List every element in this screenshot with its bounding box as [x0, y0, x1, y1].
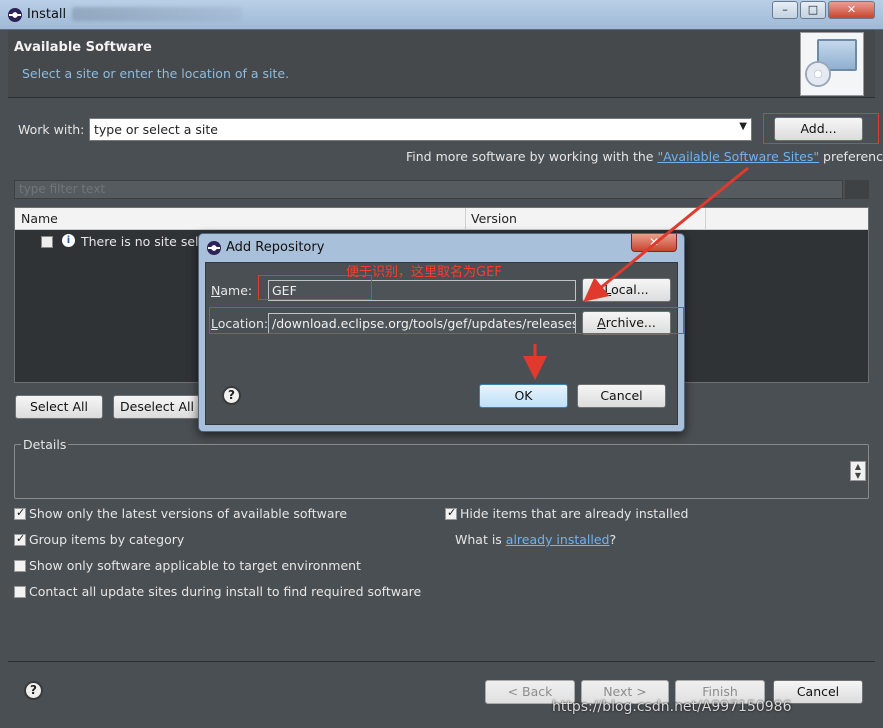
table-header: Name Version: [15, 208, 868, 230]
dialog-title: Add Repository: [207, 240, 324, 255]
column-version[interactable]: Version: [471, 211, 517, 226]
dialog-close-button[interactable]: ✕: [631, 234, 677, 252]
page-title: Available Software: [14, 40, 152, 55]
deselect-all-button[interactable]: Deselect All: [113, 395, 201, 419]
chevron-down-icon[interactable]: ▼: [739, 121, 747, 132]
details-label: Details: [21, 437, 69, 452]
local-button[interactable]: Local...: [582, 278, 671, 302]
details-area: [14, 444, 869, 499]
filter-clear: [845, 180, 869, 199]
group-by-category-checkbox[interactable]: [14, 532, 26, 546]
find-more-text: Find more software by working with the "…: [406, 149, 883, 164]
group-by-category-label: Group items by category: [29, 532, 185, 547]
filter-placeholder: type filter text: [19, 182, 106, 196]
window-title: Install: [8, 7, 66, 22]
info-icon: i: [62, 234, 75, 247]
watermark: https://blog.csdn.net/A997150986: [552, 699, 792, 715]
dialog-body: 便于识别，这里取名为GEF Name: GEF Local... Locatio…: [205, 262, 684, 425]
close-button[interactable]: ✕: [828, 1, 875, 19]
hide-installed-label: Hide items that are already installed: [460, 506, 689, 521]
ok-button[interactable]: OK: [479, 384, 568, 408]
latest-versions-label: Show only the latest versions of availab…: [29, 506, 348, 521]
what-is-text: What is already installed?: [455, 532, 617, 547]
dialog-cancel-button[interactable]: Cancel: [577, 384, 666, 408]
table-row: There is no site sele: [81, 234, 207, 249]
page-description: Select a site or enter the location of a…: [22, 66, 290, 81]
add-button-highlight: [763, 113, 879, 144]
footer-divider: [8, 661, 875, 662]
work-with-label: Work with:: [18, 122, 85, 137]
location-row-highlight: [209, 307, 684, 334]
name-label: Name:: [211, 283, 253, 298]
add-repository-dialog: Add Repository ✕ 便于识别，这里取名为GEF Name: GEF…: [198, 233, 685, 432]
target-environment-checkbox[interactable]: [14, 560, 26, 572]
maximize-button[interactable]: □: [800, 1, 826, 19]
help-icon[interactable]: ?: [24, 681, 43, 700]
available-software-sites-link[interactable]: "Available Software Sites": [657, 149, 819, 164]
hide-installed-checkbox[interactable]: [445, 506, 457, 520]
help-icon[interactable]: ?: [222, 386, 241, 405]
contact-update-sites-label: Contact all update sites during install …: [29, 584, 422, 599]
blurred-path: [72, 7, 242, 21]
eclipse-icon: [207, 240, 221, 255]
filter-input[interactable]: type filter text: [14, 180, 843, 199]
contact-update-sites-checkbox[interactable]: [14, 586, 26, 598]
name-field-highlight: [258, 275, 372, 300]
title-bar: Install – □ ✕: [0, 0, 883, 30]
site-combo[interactable]: type or select a site ▼: [89, 118, 752, 141]
already-installed-link[interactable]: already installed: [506, 532, 610, 547]
target-environment-label: Show only software applicable to target …: [29, 558, 361, 573]
column-divider: [705, 208, 706, 230]
install-software-icon: [800, 32, 864, 96]
column-divider: [465, 208, 466, 230]
site-combo-placeholder: type or select a site: [94, 122, 218, 137]
select-all-button[interactable]: Select All: [15, 395, 103, 419]
eclipse-icon: [8, 7, 22, 22]
minimize-button[interactable]: –: [772, 1, 798, 19]
latest-versions-checkbox[interactable]: [14, 506, 26, 520]
column-name[interactable]: Name: [21, 211, 58, 226]
row-checkbox[interactable]: [41, 236, 53, 248]
details-scrollbar[interactable]: ▲ ▼: [850, 461, 866, 481]
